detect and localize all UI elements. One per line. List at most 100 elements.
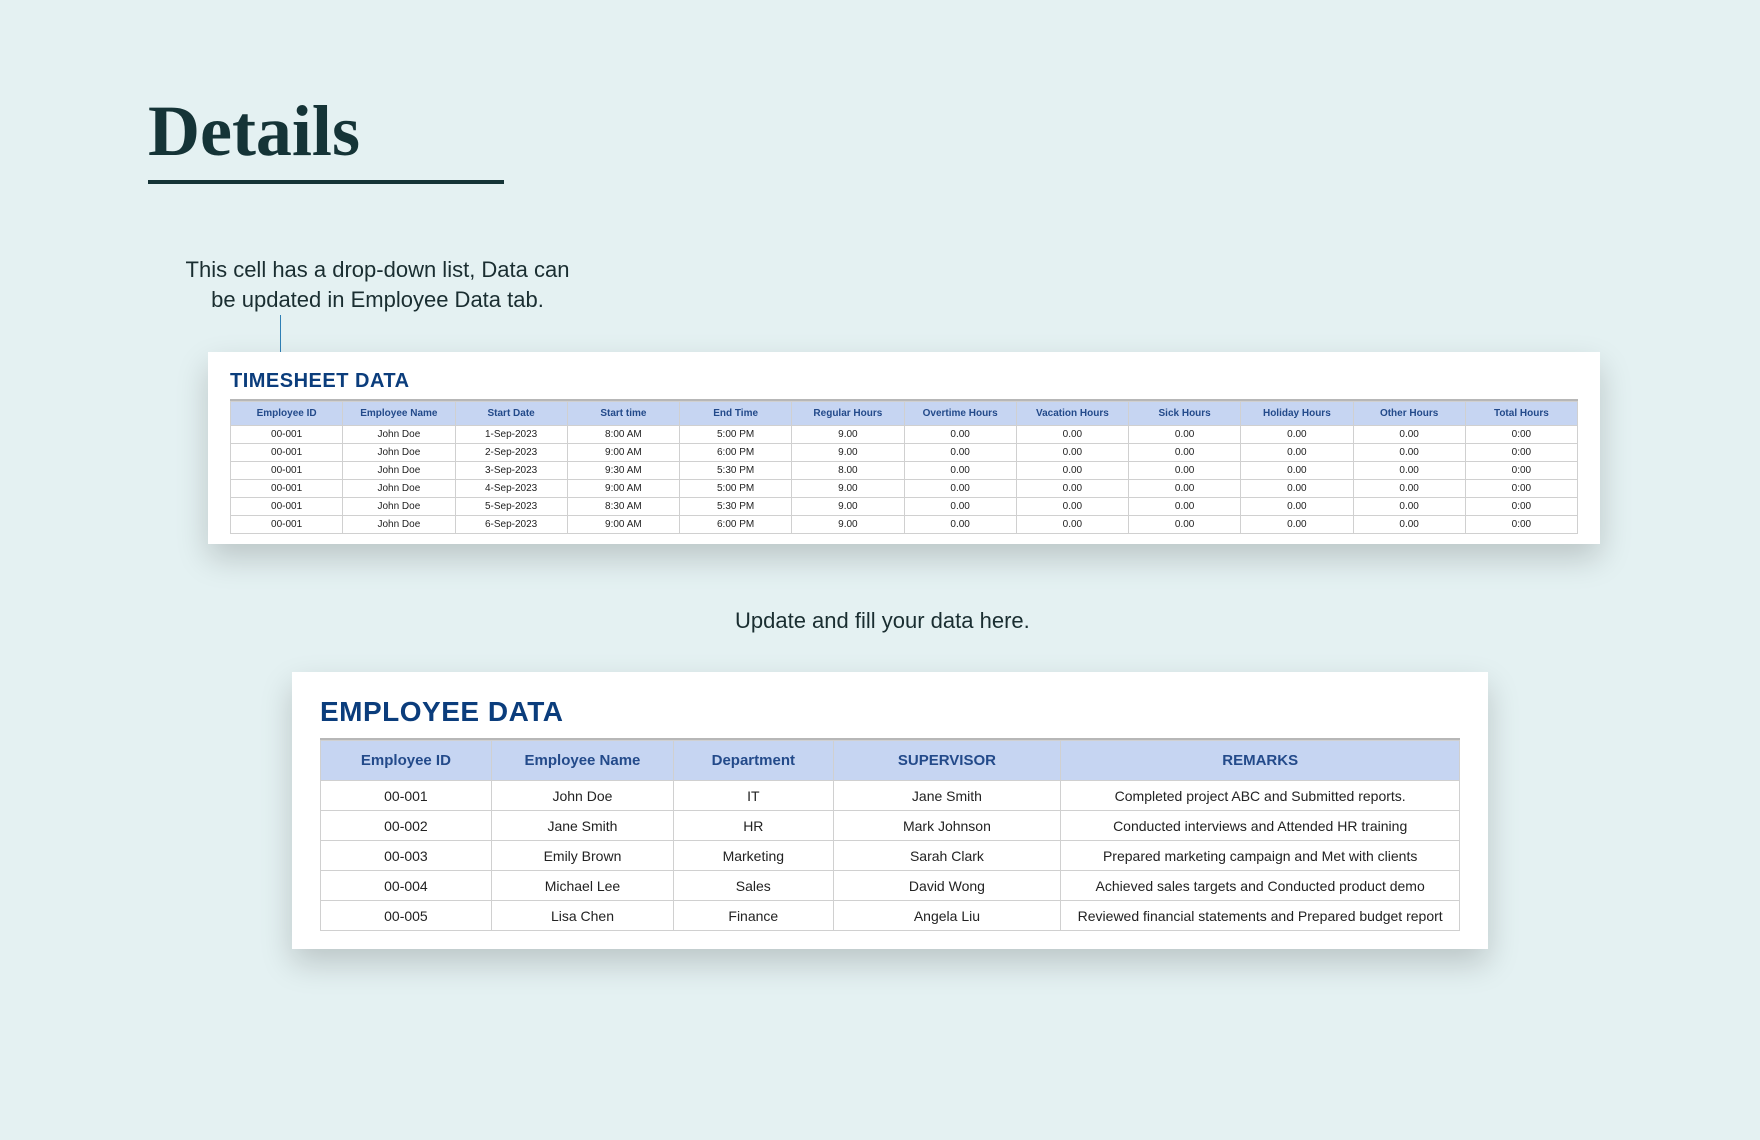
employee-cell[interactable]: Lisa Chen — [491, 901, 673, 931]
employee-cell[interactable]: 00-001 — [321, 781, 492, 811]
timesheet-cell: 0:00 — [1465, 498, 1577, 516]
employee-table: Employee IDEmployee NameDepartmentSUPERV… — [320, 740, 1460, 931]
table-row: 00-001John DoeITJane SmithCompleted proj… — [321, 781, 1460, 811]
timesheet-cell: 9.00 — [792, 444, 904, 462]
timesheet-cell: 0.00 — [1016, 516, 1128, 534]
timesheet-header-cell: Employee Name — [343, 402, 455, 426]
title-underline — [148, 180, 504, 184]
employee-cell[interactable]: 00-005 — [321, 901, 492, 931]
timesheet-cell: 0.00 — [1129, 498, 1241, 516]
timesheet-cell: 0.00 — [1016, 498, 1128, 516]
timesheet-cell: 0:00 — [1465, 426, 1577, 444]
timesheet-header-cell: Employee ID — [231, 402, 343, 426]
timesheet-cell: 0:00 — [1465, 444, 1577, 462]
timesheet-cell: 0.00 — [1241, 480, 1353, 498]
employee-cell[interactable]: John Doe — [491, 781, 673, 811]
timesheet-cell: John Doe — [343, 480, 455, 498]
employee-cell[interactable]: Jane Smith — [491, 811, 673, 841]
timesheet-cell: 0.00 — [904, 516, 1016, 534]
timesheet-cell: 0.00 — [1241, 462, 1353, 480]
employee-cell[interactable]: 00-004 — [321, 871, 492, 901]
table-row: 00-004Michael LeeSalesDavid WongAchieved… — [321, 871, 1460, 901]
employee-id-cell[interactable]: 00-001 — [231, 462, 343, 480]
timesheet-cell: 0.00 — [1241, 444, 1353, 462]
employee-cell[interactable]: 00-003 — [321, 841, 492, 871]
timesheet-cell: 1-Sep-2023 — [455, 426, 567, 444]
employee-id-cell[interactable]: 00-001 — [231, 480, 343, 498]
timesheet-panel: TIMESHEET DATA Employee IDEmployee NameS… — [208, 352, 1600, 544]
timesheet-cell: 0.00 — [1129, 426, 1241, 444]
employee-id-cell[interactable]: 00-001 — [231, 516, 343, 534]
employee-cell[interactable]: Marketing — [674, 841, 833, 871]
employee-cell[interactable]: Conducted interviews and Attended HR tra… — [1061, 811, 1460, 841]
timesheet-cell: 5:30 PM — [680, 462, 792, 480]
timesheet-cell: 9:00 AM — [567, 444, 679, 462]
timesheet-cell: 0.00 — [904, 444, 1016, 462]
timesheet-table: Employee IDEmployee NameStart DateStart … — [230, 401, 1578, 534]
table-row: 00-001John Doe4-Sep-20239:00 AM5:00 PM9.… — [231, 480, 1578, 498]
timesheet-cell: 9:30 AM — [567, 462, 679, 480]
employee-cell[interactable]: Emily Brown — [491, 841, 673, 871]
timesheet-header-cell: Vacation Hours — [1016, 402, 1128, 426]
employee-cell[interactable]: 00-002 — [321, 811, 492, 841]
timesheet-cell: 5-Sep-2023 — [455, 498, 567, 516]
timesheet-cell: 0.00 — [1016, 480, 1128, 498]
employee-cell[interactable]: Sarah Clark — [833, 841, 1061, 871]
employee-header-cell: REMARKS — [1061, 741, 1460, 781]
timesheet-cell: 0.00 — [1241, 516, 1353, 534]
timesheet-header-cell: Other Hours — [1353, 402, 1465, 426]
timesheet-cell: 0.00 — [904, 462, 1016, 480]
table-row: 00-001John Doe2-Sep-20239:00 AM6:00 PM9.… — [231, 444, 1578, 462]
timesheet-cell: 8:00 AM — [567, 426, 679, 444]
timesheet-cell: 0:00 — [1465, 462, 1577, 480]
timesheet-header-cell: Regular Hours — [792, 402, 904, 426]
timesheet-cell: 0.00 — [1353, 516, 1465, 534]
employee-cell[interactable]: Achieved sales targets and Conducted pro… — [1061, 871, 1460, 901]
timesheet-title: TIMESHEET DATA — [230, 370, 1578, 393]
timesheet-cell: 0.00 — [1241, 426, 1353, 444]
employee-cell[interactable]: Mark Johnson — [833, 811, 1061, 841]
employee-id-cell[interactable]: 00-001 — [231, 444, 343, 462]
timesheet-cell: 6-Sep-2023 — [455, 516, 567, 534]
employee-cell[interactable]: Completed project ABC and Submitted repo… — [1061, 781, 1460, 811]
timesheet-cell: 0.00 — [1353, 444, 1465, 462]
employee-cell[interactable]: Michael Lee — [491, 871, 673, 901]
table-row: 00-001John Doe5-Sep-20238:30 AM5:30 PM9.… — [231, 498, 1578, 516]
timesheet-cell: 0.00 — [1129, 444, 1241, 462]
caption-dropdown-note: This cell has a drop-down list, Data can… — [175, 255, 580, 314]
timesheet-cell: 9.00 — [792, 516, 904, 534]
timesheet-cell: 6:00 PM — [680, 516, 792, 534]
timesheet-cell: 9.00 — [792, 480, 904, 498]
employee-cell[interactable]: Reviewed financial statements and Prepar… — [1061, 901, 1460, 931]
timesheet-cell: John Doe — [343, 516, 455, 534]
employee-panel: EMPLOYEE DATA Employee IDEmployee NameDe… — [292, 672, 1488, 949]
page-title: Details — [148, 90, 360, 173]
timesheet-cell: 0.00 — [904, 498, 1016, 516]
table-row: 00-001John Doe1-Sep-20238:00 AM5:00 PM9.… — [231, 426, 1578, 444]
employee-cell[interactable]: Sales — [674, 871, 833, 901]
employee-cell[interactable]: Finance — [674, 901, 833, 931]
timesheet-cell: 6:00 PM — [680, 444, 792, 462]
timesheet-header-cell: Sick Hours — [1129, 402, 1241, 426]
employee-cell[interactable]: Jane Smith — [833, 781, 1061, 811]
timesheet-header-cell: Overtime Hours — [904, 402, 1016, 426]
employee-header-cell: SUPERVISOR — [833, 741, 1061, 781]
timesheet-cell: 9.00 — [792, 498, 904, 516]
employee-cell[interactable]: IT — [674, 781, 833, 811]
timesheet-cell: 0.00 — [904, 426, 1016, 444]
timesheet-cell: 0.00 — [1016, 462, 1128, 480]
employee-cell[interactable]: Angela Liu — [833, 901, 1061, 931]
employee-cell[interactable]: David Wong — [833, 871, 1061, 901]
timesheet-cell: 5:30 PM — [680, 498, 792, 516]
timesheet-header-cell: Start Date — [455, 402, 567, 426]
timesheet-header-cell: Start time — [567, 402, 679, 426]
table-row: 00-003Emily BrownMarketingSarah ClarkPre… — [321, 841, 1460, 871]
timesheet-cell: 5:00 PM — [680, 426, 792, 444]
timesheet-cell: 2-Sep-2023 — [455, 444, 567, 462]
employee-id-cell[interactable]: 00-001 — [231, 426, 343, 444]
employee-cell[interactable]: Prepared marketing campaign and Met with… — [1061, 841, 1460, 871]
timesheet-cell: 9:00 AM — [567, 516, 679, 534]
employee-header-cell: Employee Name — [491, 741, 673, 781]
employee-id-cell[interactable]: 00-001 — [231, 498, 343, 516]
employee-cell[interactable]: HR — [674, 811, 833, 841]
